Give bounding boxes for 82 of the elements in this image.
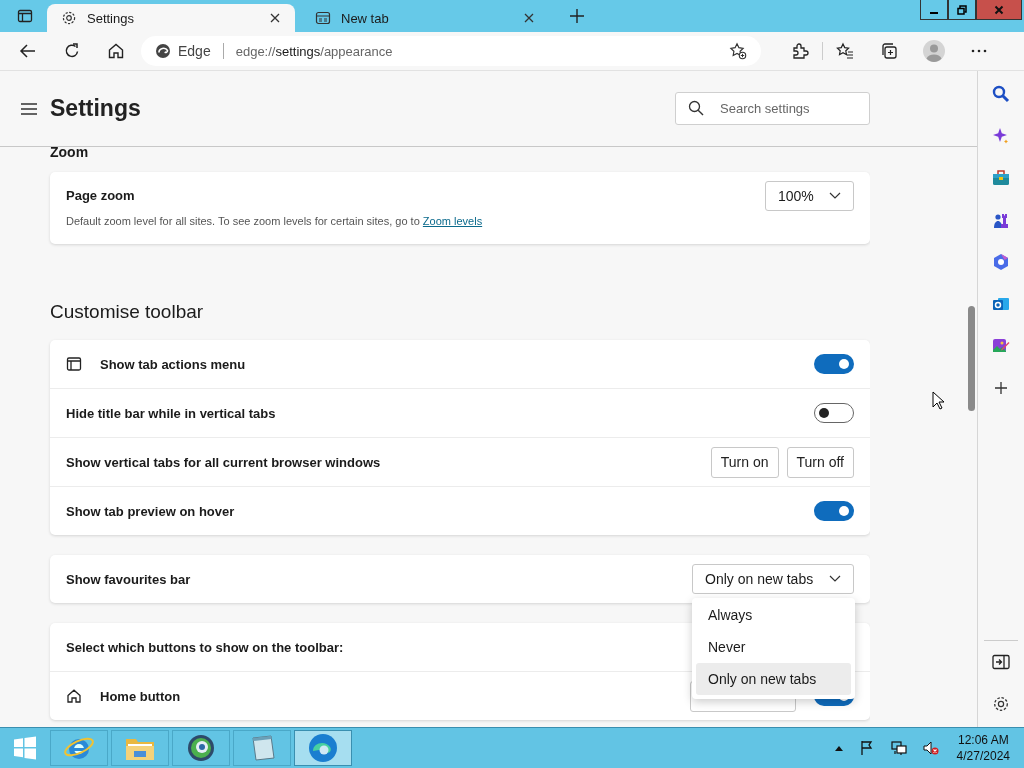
- collections-icon[interactable]: [880, 42, 898, 60]
- setting-label: Select which buttons to show on the toolbar:: [66, 639, 344, 655]
- edge-logo-icon: [155, 43, 171, 59]
- menu-icon[interactable]: [20, 101, 38, 116]
- refresh-icon[interactable]: [63, 42, 81, 60]
- clock-date: 4/27/2024: [956, 748, 1010, 764]
- dropdown-option[interactable]: Only on new tabs: [696, 663, 851, 695]
- setting-label: Hide title bar while in vertical tabs: [66, 405, 276, 421]
- briefcase-icon[interactable]: [992, 169, 1010, 187]
- cursor-icon: [932, 391, 944, 410]
- browser-tab[interactable]: New tab: [301, 4, 549, 32]
- zoom-select[interactable]: 100%: [765, 181, 854, 211]
- close-icon[interactable]: [269, 12, 281, 24]
- profile-avatar-icon[interactable]: [923, 40, 945, 62]
- network-icon[interactable]: [890, 740, 907, 756]
- windows-logo-icon: [13, 736, 37, 760]
- toggle-switch[interactable]: [814, 501, 854, 521]
- taskbar-app[interactable]: [172, 730, 230, 766]
- sparkle-icon[interactable]: [992, 127, 1010, 145]
- taskbar-app[interactable]: [294, 730, 352, 766]
- favourites-icon[interactable]: [836, 42, 854, 60]
- home-icon[interactable]: [107, 42, 125, 60]
- setting-label: Show tab preview on hover: [66, 503, 235, 519]
- plus-icon[interactable]: [569, 8, 585, 24]
- search-field[interactable]: Search settings: [675, 92, 870, 125]
- scrollbar-thumb[interactable]: [968, 306, 975, 411]
- minimize-icon: [930, 12, 938, 14]
- dropdown-option[interactable]: Never: [696, 631, 851, 663]
- image-edit-icon[interactable]: [992, 337, 1010, 355]
- chevron-down-icon: [829, 192, 841, 200]
- browser-tab[interactable]: Settings: [47, 4, 295, 32]
- toggle-switch[interactable]: [814, 403, 854, 423]
- setting-label: Home button: [100, 688, 181, 704]
- tab-window-icon: [66, 356, 82, 372]
- star-plus-icon[interactable]: [729, 42, 747, 60]
- close-icon: [994, 4, 1004, 15]
- dropdown-option[interactable]: Always: [696, 599, 851, 631]
- mail-icon[interactable]: [992, 295, 1010, 313]
- search-icon[interactable]: [992, 85, 1010, 103]
- caret-up-icon[interactable]: [834, 745, 843, 751]
- clock-time: 12:06 AM: [957, 732, 1009, 748]
- gear-icon: [61, 10, 77, 26]
- home-icon: [66, 688, 82, 704]
- setting-title: Page zoom: [66, 188, 136, 203]
- address-field[interactable]: Edge edge://settings/appearance: [141, 36, 761, 66]
- toggle-switch[interactable]: [814, 354, 854, 374]
- close-icon[interactable]: [523, 12, 535, 24]
- search-icon: [688, 100, 704, 116]
- tab-title: Settings: [87, 10, 135, 26]
- close-button[interactable]: [976, 0, 1022, 20]
- favourites-bar-select[interactable]: Only on new tabs: [692, 564, 854, 594]
- restore-icon: [957, 4, 967, 15]
- ring-icon[interactable]: [992, 253, 1010, 271]
- url-text: edge://settings/appearance: [235, 43, 393, 59]
- panel-icon[interactable]: [992, 654, 1010, 670]
- tab-actions-icon[interactable]: [17, 8, 33, 24]
- action-button[interactable]: Turn off: [786, 446, 854, 478]
- section-heading: Zoom: [50, 147, 90, 162]
- setting-label: Show vertical tabs for all current browser windows: [66, 454, 381, 470]
- page-title: Settings: [50, 95, 141, 122]
- setting-label: Show favourites bar: [66, 571, 191, 587]
- puzzle-icon[interactable]: [791, 42, 809, 60]
- restore-button[interactable]: [948, 0, 976, 20]
- speaker-muted-icon[interactable]: [922, 740, 939, 756]
- zoom-levels-link[interactable]: Zoom levels: [422, 215, 483, 227]
- media-player-icon: [185, 732, 217, 764]
- tab-title: New tab: [341, 10, 390, 26]
- setting-description: Default zoom level for all sites. To see zoom levels for certain sites, go to Zoom levels: [66, 215, 484, 227]
- back-icon[interactable]: [19, 42, 37, 60]
- minimize-button[interactable]: [920, 0, 948, 20]
- chess-pieces-icon[interactable]: [992, 211, 1010, 229]
- settings-icon[interactable]: [992, 695, 1010, 713]
- site-label: Edge: [178, 43, 211, 59]
- action-button[interactable]: Turn on: [710, 446, 779, 478]
- setting-label: Show tab actions menu: [100, 356, 246, 372]
- chevron-down-icon: [829, 575, 841, 583]
- flag-icon[interactable]: [858, 740, 875, 756]
- taskbar-app[interactable]: [111, 730, 169, 766]
- edge-logo-icon: [307, 732, 339, 764]
- plus-icon[interactable]: [994, 381, 1008, 395]
- page-icon: [315, 10, 331, 26]
- section-heading: Customise toolbar: [50, 300, 205, 324]
